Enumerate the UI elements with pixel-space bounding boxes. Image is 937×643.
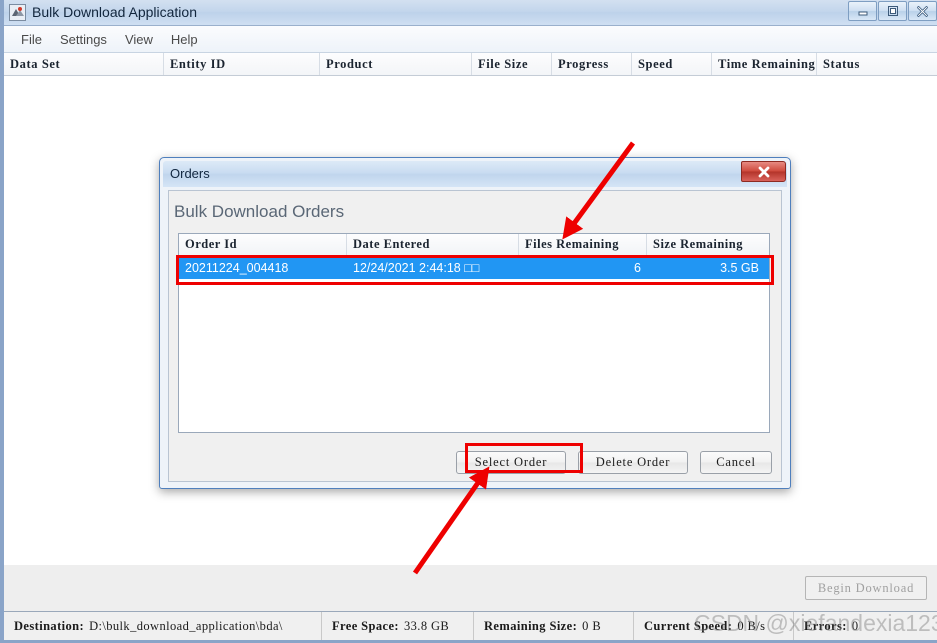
- status-errors-value: 0: [851, 618, 859, 633]
- minimize-button[interactable]: [848, 1, 877, 21]
- status-current-speed-label: Current Speed:: [644, 618, 733, 633]
- orders-grid: Order Id Date Entered Files Remaining Si…: [178, 233, 770, 433]
- status-free-space-value: 33.8 GB: [404, 618, 450, 633]
- orders-dialog-heading: Bulk Download Orders: [174, 202, 345, 221]
- title-bar: Bulk Download Application: [4, 0, 937, 26]
- column-header-time-remaining[interactable]: Time Remaining: [712, 53, 817, 75]
- cell-date-entered: 12/24/2021 2:44:18 □□: [353, 260, 480, 275]
- cancel-button[interactable]: Cancel: [700, 451, 772, 474]
- orders-dialog-title-bar: Orders: [163, 161, 787, 187]
- menu-bar: File Settings View Help: [4, 26, 937, 53]
- column-header-progress[interactable]: Progress: [552, 53, 632, 75]
- status-free-space-label: Free Space:: [332, 618, 399, 633]
- window-controls: [848, 1, 937, 21]
- close-button[interactable]: [908, 1, 937, 21]
- status-free-space: Free Space: 33.8 GB: [322, 612, 474, 640]
- orders-dialog-title: Orders: [170, 166, 210, 181]
- orders-dialog-buttons: Select Order Delete Order Cancel: [456, 451, 772, 474]
- bottom-action-panel: Begin Download: [4, 565, 937, 612]
- status-current-speed-value: 0 B/s: [737, 618, 766, 633]
- orders-column-date-entered[interactable]: Date Entered: [347, 234, 519, 255]
- status-errors-label: Errors:: [804, 618, 847, 633]
- maximize-icon: [887, 6, 898, 16]
- orders-grid-row[interactable]: 20211224_004418 12/24/2021 2:44:18 □□ 6 …: [179, 256, 769, 279]
- status-bar: Destination: D:\bulk_download_applicatio…: [4, 612, 937, 640]
- minimize-icon: [858, 11, 867, 16]
- close-icon: [917, 5, 928, 17]
- column-header-product[interactable]: Product: [320, 53, 472, 75]
- column-header-file-size[interactable]: File Size: [472, 53, 552, 75]
- orders-column-files-remaining[interactable]: Files Remaining: [519, 234, 647, 255]
- status-remaining-size-value: 0 B: [582, 618, 602, 633]
- app-icon: [9, 4, 26, 21]
- begin-download-button[interactable]: Begin Download: [805, 576, 927, 600]
- status-remaining-size: Remaining Size: 0 B: [474, 612, 634, 640]
- cell-order-id: 20211224_004418: [185, 260, 289, 275]
- cell-files-remaining: 6: [634, 260, 641, 275]
- orders-dialog: Orders Bulk Download Orders Order Id Dat…: [159, 157, 791, 489]
- close-icon: [758, 166, 769, 177]
- menu-item-view[interactable]: View: [116, 29, 162, 50]
- menu-item-file[interactable]: File: [12, 29, 51, 50]
- status-current-speed: Current Speed: 0 B/s: [634, 612, 794, 640]
- status-errors: Errors: 0: [794, 612, 937, 640]
- cell-size-remaining: 3.5 GB: [720, 260, 759, 275]
- orders-grid-header: Order Id Date Entered Files Remaining Si…: [179, 234, 769, 256]
- column-header-speed[interactable]: Speed: [632, 53, 712, 75]
- column-header-data-set[interactable]: Data Set: [4, 53, 164, 75]
- orders-column-order-id[interactable]: Order Id: [179, 234, 347, 255]
- status-remaining-size-label: Remaining Size:: [484, 618, 578, 633]
- app-title: Bulk Download Application: [32, 4, 197, 20]
- status-destination-value: D:\bulk_download_application\bda\: [89, 618, 283, 633]
- maximize-button[interactable]: [878, 1, 907, 21]
- status-destination: Destination: D:\bulk_download_applicatio…: [4, 612, 322, 640]
- menu-item-help[interactable]: Help: [162, 29, 207, 50]
- download-table-header: Data Set Entity ID Product File Size Pro…: [4, 53, 937, 76]
- column-header-entity-id[interactable]: Entity ID: [164, 53, 320, 75]
- menu-item-settings[interactable]: Settings: [51, 29, 116, 50]
- orders-dialog-close-button[interactable]: [741, 161, 786, 182]
- delete-order-button[interactable]: Delete Order: [578, 451, 688, 474]
- column-header-status[interactable]: Status: [817, 53, 937, 75]
- select-order-button[interactable]: Select Order: [456, 451, 566, 474]
- orders-column-size-remaining[interactable]: Size Remaining: [647, 234, 769, 255]
- status-destination-label: Destination:: [14, 618, 85, 633]
- application-window: Bulk Download Application File Settings …: [0, 0, 937, 643]
